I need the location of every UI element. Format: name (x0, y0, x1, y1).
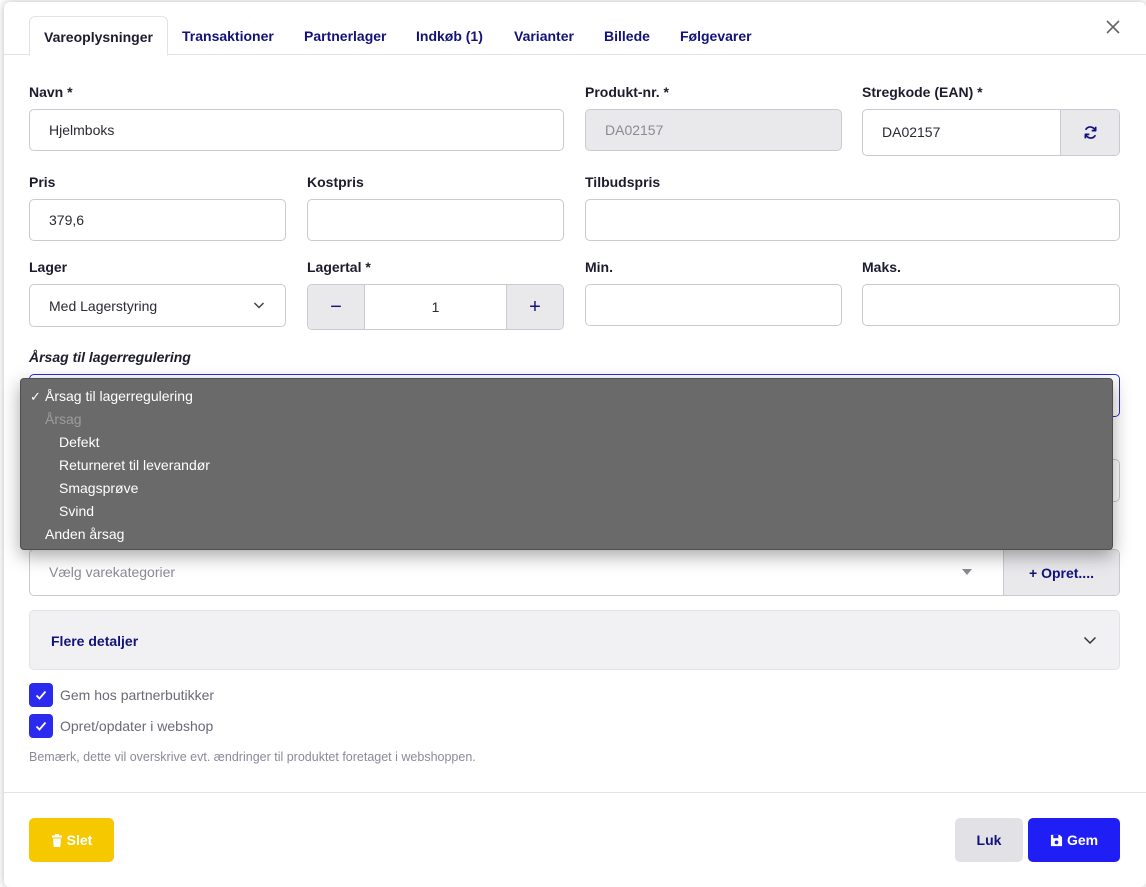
name-label: Navn * (29, 84, 73, 100)
stock-select-value: Med Lagerstyring (49, 297, 158, 314)
price-input[interactable]: 379,6 (29, 199, 286, 241)
refresh-barcode-button[interactable] (1060, 110, 1119, 155)
dropdown-option-selected-label: Årsag til lagerregulering (45, 388, 193, 404)
barcode-input[interactable]: DA02157 (882, 110, 940, 155)
barcode-field: DA02157 (862, 109, 1120, 156)
increment-button[interactable]: + (506, 285, 563, 329)
details-title: Flere detaljer (51, 633, 139, 649)
stock-label: Lager (29, 259, 68, 275)
webshop-option: Opret/opdater i webshop (29, 714, 213, 738)
category-field: Vælg varekategorier + Opret.... (29, 549, 1120, 596)
dropdown-option-smagsprove[interactable]: Smagsprøve (59, 477, 138, 500)
checkmark-icon: ✓ (30, 389, 41, 404)
close-icon[interactable] (1104, 19, 1122, 37)
stock-count-stepper: − 1 + (307, 284, 564, 330)
partner-stores-option: Gem hos partnerbutikker (29, 683, 214, 707)
trash-icon (51, 833, 62, 847)
stock-select[interactable]: Med Lagerstyring (29, 284, 286, 327)
delete-button-label: Slet (66, 832, 93, 848)
chevron-down-icon (1083, 636, 1097, 645)
save-icon (1050, 834, 1063, 846)
min-input[interactable] (585, 284, 842, 326)
reason-dropdown-menu: ✓ Årsag til lagerregulering Årsag Defekt… (20, 378, 1113, 550)
dropdown-option-anden[interactable]: Anden årsag (45, 523, 124, 546)
check-icon (35, 721, 47, 731)
tab-indkob[interactable]: Indkøb (1) (402, 16, 497, 56)
stock-count-label: Lagertal * (307, 259, 371, 275)
tab-vareoplysninger[interactable]: Vareoplysninger (29, 16, 168, 56)
barcode-label: Stregkode (EAN) * (862, 84, 983, 100)
offer-price-label: Tilbudspris (585, 174, 661, 190)
offer-price-input[interactable] (585, 199, 1120, 241)
details-accordion[interactable]: Flere detaljer (29, 610, 1120, 670)
product-no-label: Produkt-nr. * (585, 84, 670, 100)
tab-billede[interactable]: Billede (590, 16, 664, 56)
product-no-input: DA02157 (585, 109, 842, 151)
tab-bar: Vareoplysninger Transaktioner Partnerlag… (4, 2, 1146, 56)
stock-count-input[interactable]: 1 (365, 285, 506, 329)
reason-label: Årsag til lagerregulering (29, 349, 191, 365)
cost-price-input[interactable] (307, 199, 564, 241)
price-label: Pris (29, 174, 56, 190)
refresh-icon (1084, 126, 1096, 139)
caret-down-icon[interactable] (962, 569, 972, 575)
webshop-checkbox[interactable] (29, 714, 53, 738)
decrement-button[interactable]: − (308, 285, 365, 329)
chevron-down-icon (253, 302, 265, 309)
min-label: Min. (585, 259, 613, 275)
webshop-note: Bemærk, dette vil overskrive evt. ændrin… (29, 750, 476, 764)
footer-divider (4, 792, 1146, 793)
cost-price-label: Kostpris (307, 174, 364, 190)
save-button-label: Gem (1066, 832, 1099, 848)
create-category-button[interactable]: + Opret.... (1003, 550, 1119, 595)
webshop-label: Opret/opdater i webshop (60, 718, 214, 734)
dropdown-option-defekt[interactable]: Defekt (59, 431, 99, 454)
save-button[interactable]: Gem (1028, 818, 1120, 862)
tab-partnerlager[interactable]: Partnerlager (290, 16, 400, 56)
tab-transaktioner[interactable]: Transaktioner (168, 16, 288, 56)
delete-button[interactable]: Slet (29, 818, 114, 862)
partner-stores-label: Gem hos partnerbutikker (60, 687, 215, 703)
close-button[interactable]: Luk (955, 818, 1023, 862)
partner-stores-checkbox[interactable] (29, 683, 53, 707)
dropdown-option-returneret[interactable]: Returneret til leverandør (59, 454, 210, 477)
check-icon (35, 690, 47, 700)
dropdown-group-label: Årsag (45, 411, 82, 427)
category-select[interactable]: Vælg varekategorier (49, 550, 175, 595)
max-label: Maks. (862, 259, 901, 275)
tab-varianter[interactable]: Varianter (500, 16, 588, 56)
max-input[interactable] (862, 284, 1120, 326)
dropdown-option-svind[interactable]: Svind (59, 500, 94, 523)
dropdown-option-selected[interactable]: ✓ Årsag til lagerregulering (21, 385, 1112, 408)
name-input[interactable]: Hjelmboks (29, 109, 564, 151)
tab-folgevarer[interactable]: Følgevarer (666, 16, 766, 56)
